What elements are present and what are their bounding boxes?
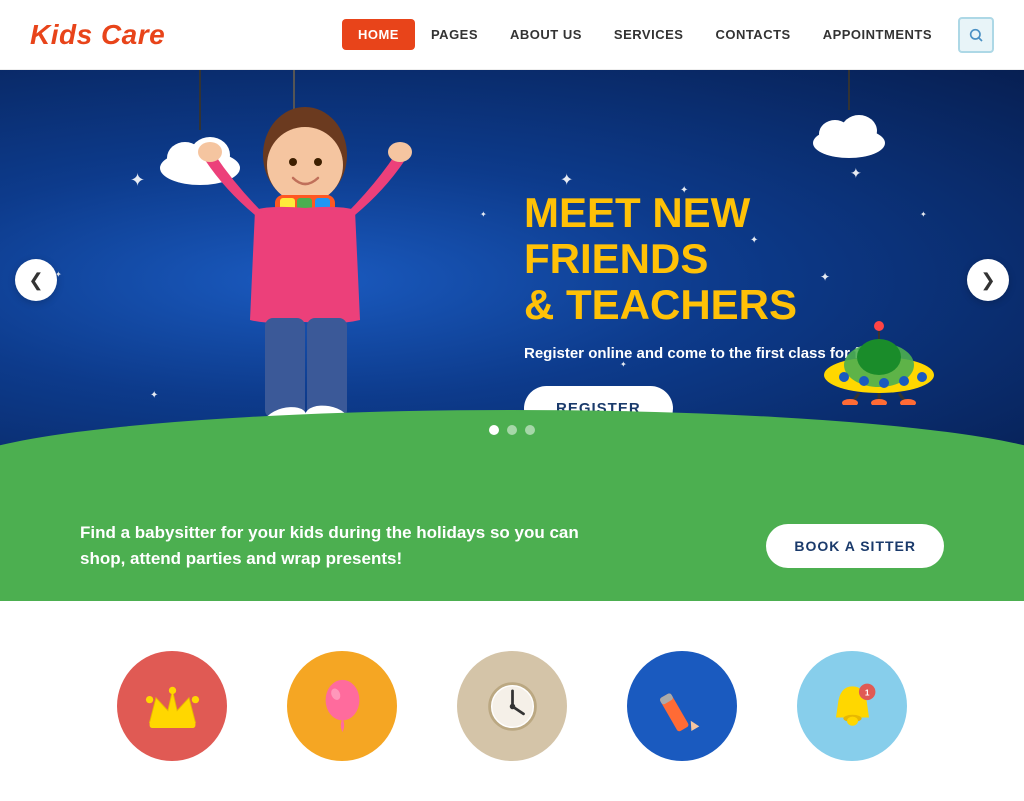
spaceship-decoration	[814, 315, 944, 410]
green-banner: Find a babysitter for your kids during t…	[0, 490, 1024, 601]
star-decoration: ✦	[480, 210, 487, 219]
star-decoration: ✦	[130, 170, 145, 191]
star-decoration: ✦	[150, 390, 158, 401]
nav-about[interactable]: ABOUT US	[494, 19, 598, 50]
clock-icon	[485, 679, 540, 734]
star-decoration: ✦	[920, 210, 927, 219]
balloon-icon	[315, 679, 370, 734]
bell-icon: 1	[825, 679, 880, 734]
slide-dot-1[interactable]	[489, 425, 499, 435]
header: Kids Care HOME PAGES ABOUT US SERVICES C…	[0, 0, 1024, 70]
cloud-hanging-right	[809, 110, 889, 158]
nav-services[interactable]: SERVICES	[598, 19, 700, 50]
hero-dots	[489, 425, 535, 435]
star-decoration: ✦	[560, 170, 573, 190]
book-sitter-button[interactable]: BOOK A SITTER	[766, 524, 944, 568]
hanging-lamp-right	[809, 70, 889, 158]
hero-title: MEET NEW FRIENDS & TEACHERS	[524, 190, 904, 329]
string-right	[848, 70, 850, 110]
hero-section: ✦ ✦ ✦ ✦ ✦ ✦ ✦ ✦ ✦ ✦ ✦ ✦	[0, 70, 1024, 490]
slide-dot-3[interactable]	[525, 425, 535, 435]
star-decoration: ✦	[850, 165, 862, 182]
crown-icon	[145, 679, 200, 734]
child-figure-svg	[175, 100, 435, 460]
slide-dot-2[interactable]	[507, 425, 517, 435]
site-logo[interactable]: Kids Care	[30, 19, 165, 51]
search-icon	[968, 27, 984, 43]
nav-contacts[interactable]: CONTACTS	[699, 19, 806, 50]
chevron-left-icon: ❮	[28, 270, 43, 291]
search-button[interactable]	[958, 17, 994, 53]
hero-next-arrow[interactable]: ❯	[967, 259, 1009, 301]
hero-prev-arrow[interactable]: ❮	[15, 259, 57, 301]
spaceship-svg	[814, 315, 944, 405]
svg-text:1: 1	[864, 688, 869, 697]
hero-child-image	[170, 100, 440, 460]
nav-appointments[interactable]: APPOINTMENTS	[807, 19, 948, 50]
pencil-icon	[655, 679, 710, 734]
nav-pages[interactable]: PAGES	[415, 19, 494, 50]
main-nav: HOME PAGES ABOUT US SERVICES CONTACTS AP…	[342, 17, 994, 53]
chevron-right-icon: ❯	[980, 270, 995, 291]
nav-home[interactable]: HOME	[342, 19, 415, 50]
icons-section: 1	[0, 601, 1024, 801]
banner-text: Find a babysitter for your kids during t…	[80, 520, 580, 571]
